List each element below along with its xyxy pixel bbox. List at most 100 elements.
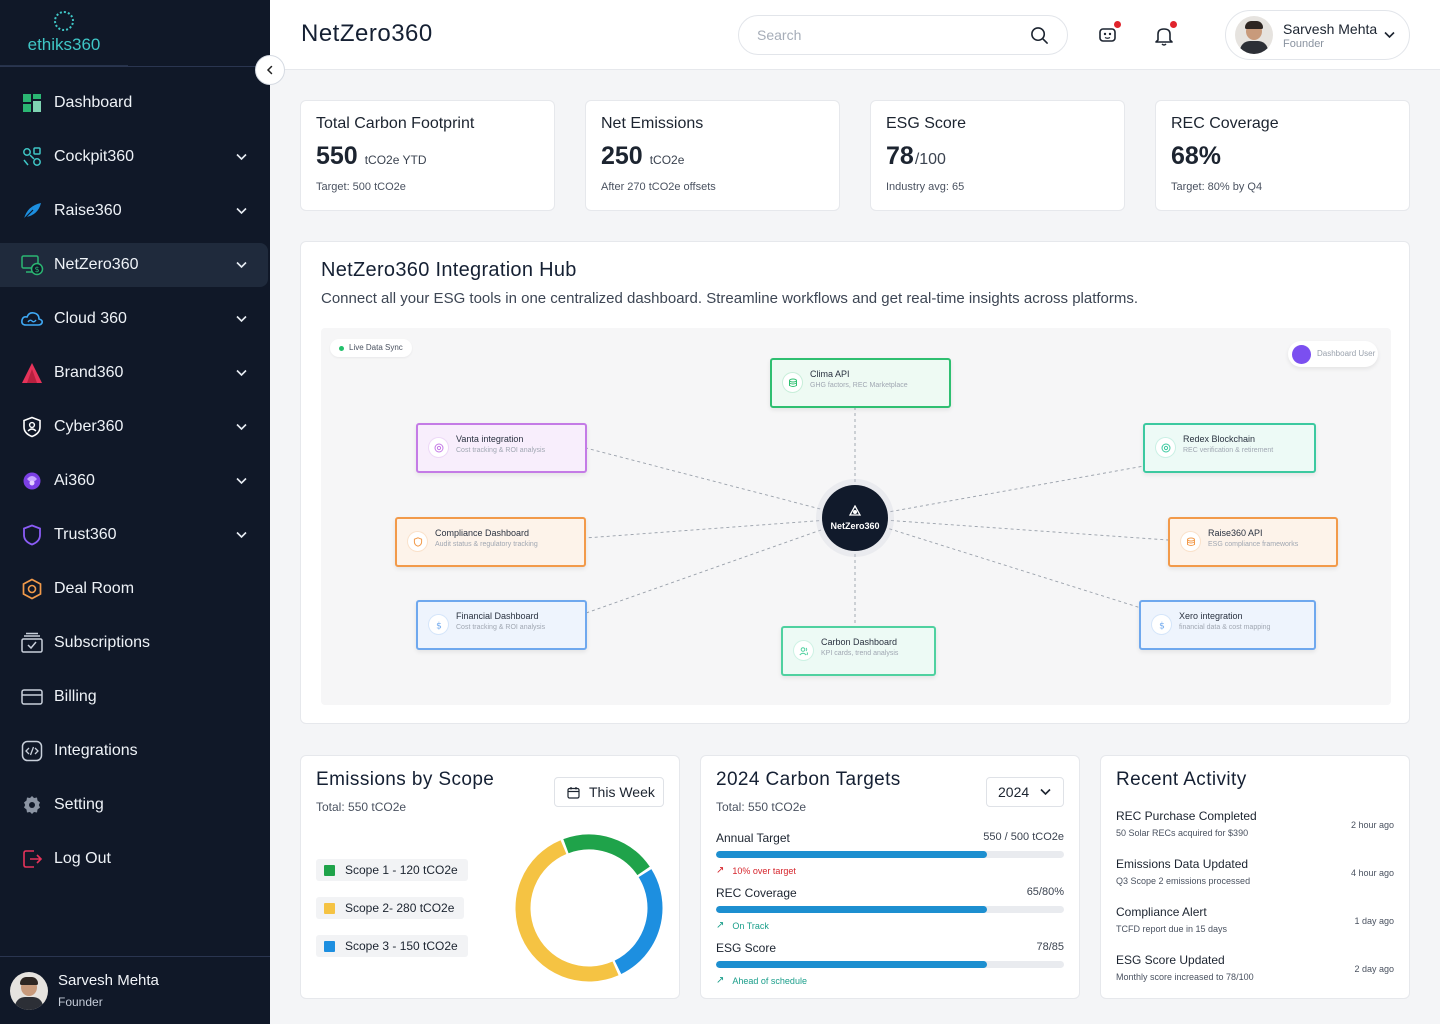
activity-time: 2 day ago (1354, 964, 1394, 974)
chevron-down-icon[interactable] (236, 256, 247, 269)
kpi-title: Net Emissions (601, 115, 704, 132)
collapse-sidebar-button[interactable] (255, 55, 285, 85)
target-item-esg-score: ESG Score 78/85 ↗ Ahead of schedule (716, 941, 1064, 986)
chat-notification-dot (1114, 21, 1121, 28)
target-note: Ahead of schedule (732, 975, 807, 986)
sidebar-item-integrations[interactable]: Integrations (0, 729, 268, 773)
integration-node-compliance-dashboard[interactable]: Compliance Dashboard Audit status & regu… (395, 517, 586, 567)
integration-node-redex-blockchain[interactable]: Redex Blockchain REC verification & reti… (1143, 423, 1316, 473)
sidebar-item-subscriptions[interactable]: Subscriptions (0, 621, 268, 665)
svg-text:$: $ (436, 621, 442, 630)
sidebar-item-cyber360[interactable]: Cyber360 (0, 405, 268, 449)
sidebar-item-billing[interactable]: Billing (0, 675, 268, 719)
kpi-card-net-emissions[interactable]: Net Emissions 250 tCO2e After 270 tCO2e o… (585, 100, 840, 211)
sidebar-user-role: Founder (58, 995, 103, 1009)
profile-menu[interactable]: Sarvesh Mehta Founder (1225, 10, 1410, 60)
kpi-card-esg-score[interactable]: ESG Score 78/100 Industry avg: 65 (870, 100, 1125, 211)
integration-node-carbon-dashboard[interactable]: Carbon Dashboard KPI cards, trend analys… (781, 626, 936, 676)
notifications-button[interactable] (1153, 21, 1177, 46)
donut-slice-scope-2[interactable] (515, 840, 619, 982)
chat-button[interactable] (1097, 21, 1121, 46)
sidebar-item-cockpit360[interactable]: Cockpit360 (0, 135, 268, 179)
integration-node-clima-api[interactable]: Clima API GHG factors, REC Marketplace (770, 358, 951, 408)
integration-node-raise360-api[interactable]: Raise360 API ESG compliance frameworks (1168, 517, 1338, 567)
integration-node-xero-integration[interactable]: $ Xero integration financial data & cost… (1139, 600, 1316, 650)
brand-logo[interactable]: ethiks360 (0, 0, 128, 66)
target-progress-bar (716, 851, 1064, 858)
kpi-card-carbon-footprint[interactable]: Total Carbon Footprint 550 tCO2e YTD Targ… (300, 100, 555, 211)
calendar-icon (567, 786, 580, 799)
chevron-down-icon[interactable] (236, 310, 247, 323)
top-header: NetZero360 Sarvesh Mehta Founder (270, 0, 1440, 70)
subscriptions-icon (20, 631, 44, 655)
chevron-down-icon[interactable] (236, 526, 247, 539)
sidebar-item-raise360[interactable]: Raise360 (0, 189, 268, 233)
svg-text:$: $ (34, 265, 39, 274)
node-subtitle: ESG compliance frameworks (1208, 541, 1299, 548)
search-icon[interactable] (1030, 26, 1049, 45)
legend-swatch (324, 902, 335, 914)
chevron-left-icon (266, 65, 273, 75)
sidebar-item-netzero360[interactable]: $ NetZero360 (0, 243, 268, 287)
activity-item[interactable]: REC Purchase Completed 50 Solar RECs acq… (1116, 809, 1394, 838)
donut-slice-scope-1[interactable] (563, 834, 650, 876)
target-icon (1156, 438, 1175, 457)
targets-total: Total: 550 tCO2e (716, 800, 807, 814)
kpi-value: 550 (316, 142, 358, 170)
hub-logo-icon (848, 505, 862, 516)
netzero360-hub-node[interactable]: NetZero360 (822, 485, 888, 551)
search-box (738, 15, 1068, 55)
target-label: Annual Target (716, 831, 790, 845)
ai-icon (20, 469, 44, 493)
sidebar-item-dashboard[interactable]: Dashboard (0, 81, 268, 125)
target-label: REC Coverage (716, 886, 797, 900)
year-select[interactable]: 2024 (986, 777, 1064, 807)
live-sync-badge: Live Data Sync (330, 339, 412, 357)
node-title: Carbon Dashboard (821, 637, 898, 647)
chevron-down-icon[interactable] (236, 148, 247, 161)
kpi-card-rec-coverage[interactable]: REC Coverage 68% Target: 80% by Q4 (1155, 100, 1410, 211)
chevron-down-icon[interactable] (236, 364, 247, 377)
integration-node-vanta-integration[interactable]: Vanta integration Cost tracking & ROI an… (416, 423, 587, 473)
logout-icon (20, 847, 44, 871)
search-input[interactable] (757, 27, 1007, 43)
node-subtitle: Cost tracking & ROI analysis (456, 624, 546, 631)
sidebar-item-cloud-360[interactable]: Cloud 360 (0, 297, 268, 341)
sidebar-item-deal-room[interactable]: Deal Room (0, 567, 268, 611)
sidebar-item-log-out[interactable]: Log Out (0, 837, 268, 881)
dashboard-user-badge[interactable]: Dashboard User (1288, 341, 1378, 367)
period-select-button[interactable]: This Week (554, 777, 664, 807)
kpi-unit: tCO2e YTD (364, 153, 427, 167)
legend-item: Scope 2- 280 tCO2e (316, 897, 465, 919)
shield-user-icon (20, 415, 44, 439)
node-title: Raise360 API (1208, 528, 1263, 538)
sidebar-item-ai360[interactable]: Ai360 (0, 459, 268, 503)
code-icon (20, 739, 44, 763)
legend-label: Scope 3 - 150 tCO2e (345, 939, 458, 953)
kpi-value: 78 (886, 142, 914, 170)
chevron-down-icon[interactable] (236, 202, 247, 215)
target-label: ESG Score (716, 941, 777, 955)
chevron-down-icon (1040, 788, 1051, 796)
chevron-down-icon[interactable] (236, 472, 247, 485)
targets-title: 2024 Carbon Targets (716, 769, 901, 790)
activity-item[interactable]: ESG Score Updated Monthly score increase… (1116, 953, 1394, 982)
feather-icon (20, 199, 44, 223)
integration-node-financial-dashboard[interactable]: $ Financial Dashboard Cost tracking & RO… (416, 600, 587, 650)
sidebar-item-label: NetZero360 (54, 256, 139, 273)
shield-icon (408, 532, 427, 551)
activity-item[interactable]: Emissions Data Updated Q3 Scope 2 emissi… (1116, 857, 1394, 886)
activity-item[interactable]: Compliance Alert TCFD report due in 15 d… (1116, 905, 1394, 934)
legend-swatch (324, 940, 335, 952)
chevron-down-icon[interactable] (236, 418, 247, 431)
page-title: NetZero360 (301, 20, 433, 47)
sidebar-item-trust360[interactable]: Trust360 (0, 513, 268, 557)
target-icon (429, 438, 448, 457)
year-value: 2024 (998, 784, 1030, 800)
sidebar-item-label: Brand360 (54, 364, 124, 381)
activity-description: TCFD report due in 15 days (1116, 924, 1228, 934)
sidebar-item-brand360[interactable]: Brand360 (0, 351, 268, 395)
sidebar-item-setting[interactable]: Setting (0, 783, 268, 827)
sidebar-user[interactable]: Sarvesh Mehta Founder (0, 956, 270, 1024)
donut-slice-scope-3[interactable] (614, 869, 663, 975)
